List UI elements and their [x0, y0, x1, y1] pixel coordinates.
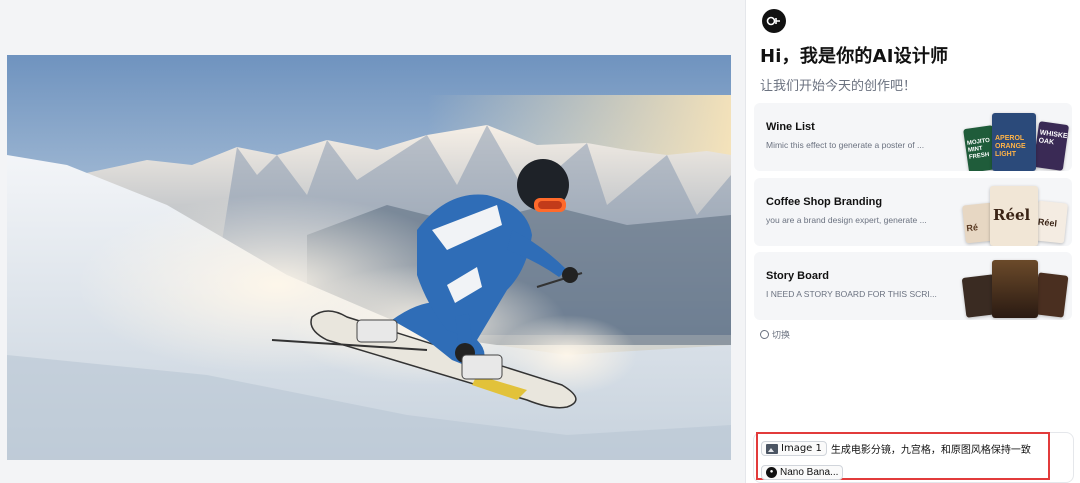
prompt-row[interactable]: Image 1 生成电影分镜，九宫格，和原图风格保持一致: [761, 441, 1031, 456]
template-card-wine-list[interactable]: Wine List Mimic this effect to generate …: [754, 103, 1072, 171]
skier-illustration: [7, 55, 731, 460]
card-thumbnails: Ré Réel Réel: [952, 178, 1072, 246]
card-description: you are a brand design expert, generate …: [766, 215, 927, 225]
image-chip-label: Image 1: [781, 443, 822, 454]
card-description: I NEED A STORY BOARD FOR THIS SCRI...: [766, 289, 937, 299]
card-thumbnails: [952, 252, 1072, 320]
model-chip-label: Nano Bana...: [780, 466, 839, 478]
switch-label: 切换: [772, 331, 791, 341]
skier-image[interactable]: [7, 55, 731, 460]
image-reference-chip[interactable]: Image 1: [761, 441, 827, 456]
switch-templates-button[interactable]: 切换: [760, 328, 790, 341]
logo-mark-icon: [766, 16, 780, 26]
refresh-icon: [760, 330, 769, 339]
template-card-coffee-branding[interactable]: Coffee Shop Branding you are a brand des…: [754, 178, 1072, 246]
greeting-subtitle: 让我们开始今天的创作吧！: [760, 79, 917, 94]
card-title: Coffee Shop Branding: [766, 196, 883, 208]
template-card-story-board[interactable]: Story Board I NEED A STORY BOARD FOR THI…: [754, 252, 1072, 320]
model-logo-icon: ●: [766, 466, 777, 478]
coffee-bag-mockup: Réel: [1033, 200, 1069, 244]
card-description: Mimic this effect to generate a poster o…: [766, 140, 925, 150]
wine-poster-aperol: APEROL ORANGE LIGHT: [992, 113, 1036, 171]
canvas-area[interactable]: [0, 0, 745, 483]
model-selector-chip[interactable]: ● Nano Bana...: [761, 464, 844, 480]
card-title: Wine List: [766, 121, 815, 133]
wine-poster-whiskey: WHISKEY OAK: [1032, 121, 1070, 171]
assistant-panel: Hi，我是你的AI设计师 让我们开始今天的创作吧！ Wine List Mimi…: [745, 0, 1080, 483]
storyboard-frame-center: [992, 260, 1038, 318]
card-title: Story Board: [766, 270, 829, 282]
model-row: ● Nano Bana...: [761, 460, 844, 480]
storyboard-frame-right: [1033, 272, 1069, 318]
prompt-text[interactable]: 生成电影分镜，九宫格，和原图风格保持一致: [831, 441, 1031, 456]
card-thumbnails: MOJITO MINT FRESH APEROL ORANGE LIGHT WH…: [952, 103, 1072, 171]
brand-logo-icon: [762, 9, 786, 33]
image-icon: [766, 443, 778, 454]
greeting-title: Hi，我是你的AI设计师: [760, 46, 949, 67]
coffee-brand-poster: Réel: [990, 186, 1038, 246]
